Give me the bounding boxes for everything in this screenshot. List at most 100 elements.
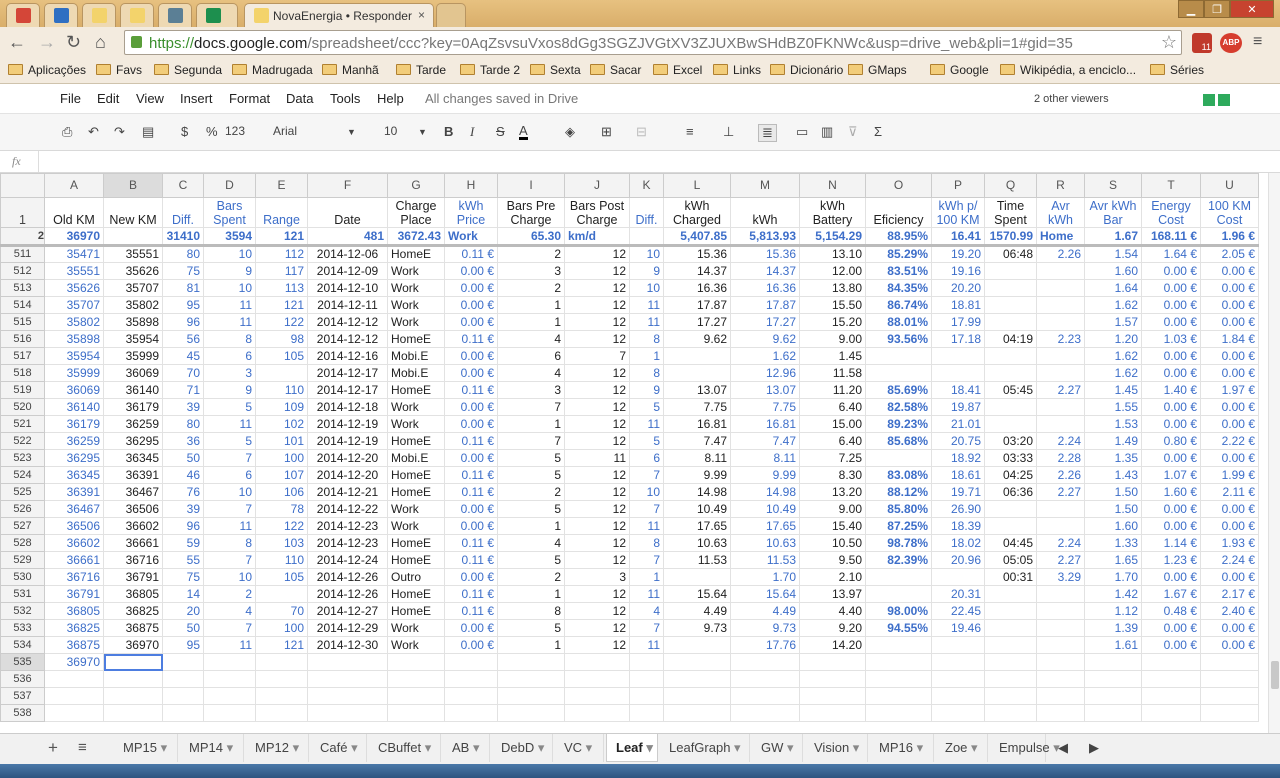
table-cell[interactable]: 1.50 — [1084, 500, 1142, 518]
bookmark-item[interactable]: Séries — [1150, 63, 1204, 77]
table-cell[interactable] — [307, 670, 388, 688]
table-cell[interactable]: 1.45 — [1084, 381, 1142, 399]
table-cell[interactable]: 7 — [629, 551, 664, 569]
strikethrough-button[interactable]: S — [496, 124, 505, 139]
table-cell[interactable] — [387, 653, 445, 671]
table-cell[interactable]: 0.00 € — [1141, 313, 1201, 331]
table-cell[interactable]: 89.23% — [865, 415, 932, 433]
row-header[interactable]: 520 — [0, 398, 45, 416]
column-title[interactable]: kWh Charged — [663, 197, 731, 228]
table-cell[interactable]: 0.00 € — [1200, 619, 1259, 637]
reload-icon[interactable]: ↻ — [66, 32, 81, 52]
table-cell[interactable]: 4 — [203, 602, 256, 620]
minimize-icon[interactable]: ▁ — [1178, 0, 1204, 18]
table-cell[interactable]: 35707 — [103, 279, 163, 297]
table-cell[interactable] — [865, 364, 932, 382]
table-cell[interactable]: 80 — [162, 415, 204, 433]
table-cell[interactable]: 122 — [255, 517, 308, 535]
table-cell[interactable]: Mobi.E — [387, 364, 445, 382]
table-cell[interactable]: 1.12 — [1084, 602, 1142, 620]
table-cell[interactable]: 8 — [203, 534, 256, 552]
address-bar[interactable]: https://docs.google.com/spreadsheet/ccc?… — [124, 30, 1182, 55]
column-header[interactable]: E — [255, 173, 308, 198]
fill-color-icon[interactable]: ◈ — [565, 124, 575, 140]
table-cell[interactable] — [1141, 653, 1201, 671]
table-cell[interactable]: 10.63 — [730, 534, 800, 552]
table-cell[interactable]: 0.00 € — [1200, 364, 1259, 382]
table-cell[interactable]: 12 — [564, 262, 630, 280]
table-cell[interactable]: 2014-12-09 — [307, 262, 388, 280]
table-cell[interactable]: 36391 — [44, 483, 104, 501]
table-cell[interactable]: 17.65 — [663, 517, 731, 535]
table-cell[interactable]: 12 — [564, 500, 630, 518]
table-cell[interactable]: 112 — [255, 245, 308, 263]
table-cell[interactable]: 8 — [629, 364, 664, 382]
table-cell[interactable] — [1084, 653, 1142, 671]
column-title[interactable]: Charge Place — [387, 197, 445, 228]
table-cell[interactable] — [663, 636, 731, 654]
filter-icon[interactable]: ⊽ — [848, 124, 858, 140]
table-cell[interactable]: 13.97 — [799, 585, 866, 603]
table-cell[interactable]: 36259 — [103, 415, 163, 433]
row-header[interactable]: 511 — [0, 245, 45, 263]
table-cell[interactable]: 1.49 — [1084, 432, 1142, 450]
table-cell[interactable]: 5 — [497, 449, 565, 467]
table-cell[interactable]: 103 — [255, 534, 308, 552]
table-cell[interactable]: 17.87 — [730, 296, 800, 314]
column-header[interactable]: D — [203, 173, 256, 198]
table-cell[interactable]: 36 — [162, 432, 204, 450]
table-cell[interactable] — [564, 653, 630, 671]
table-cell[interactable]: 2.05 € — [1200, 245, 1259, 263]
table-cell[interactable]: 16.36 — [663, 279, 731, 297]
table-cell[interactable]: 10 — [629, 279, 664, 297]
chrome-menu-icon[interactable]: ≡ — [1253, 33, 1262, 51]
table-cell[interactable]: 2014-12-27 — [307, 602, 388, 620]
table-cell[interactable]: 15.20 — [799, 313, 866, 331]
table-cell[interactable]: 11 — [629, 585, 664, 603]
table-cell[interactable]: 1.14 € — [1141, 534, 1201, 552]
table-cell[interactable] — [1036, 415, 1085, 433]
table-cell[interactable]: 1.99 € — [1200, 466, 1259, 484]
table-cell[interactable]: 1 — [629, 347, 664, 365]
table-cell[interactable]: 102 — [255, 415, 308, 433]
table-cell[interactable]: 1.60 € — [1141, 483, 1201, 501]
table-cell[interactable]: 17.76 — [730, 636, 800, 654]
table-cell[interactable]: 0.00 € — [1200, 398, 1259, 416]
table-cell[interactable]: 1.64 € — [1141, 245, 1201, 263]
column-title[interactable]: Range — [255, 197, 308, 228]
table-cell[interactable]: 121 — [255, 296, 308, 314]
table-cell[interactable]: 1.57 — [1084, 313, 1142, 331]
column-title[interactable]: kWh Price — [444, 197, 498, 228]
table-cell[interactable]: 1.50 — [1084, 483, 1142, 501]
table-cell[interactable]: 0.00 € — [1141, 364, 1201, 382]
table-cell[interactable]: 2014-12-19 — [307, 432, 388, 450]
table-cell[interactable]: 8 — [203, 330, 256, 348]
chevron-down-icon[interactable]: ▾ — [157, 740, 168, 755]
table-cell[interactable]: 2.24 € — [1200, 551, 1259, 569]
table-cell[interactable]: 3 — [564, 568, 630, 586]
table-cell[interactable]: 20.75 — [931, 432, 985, 450]
table-cell[interactable]: 11.53 — [730, 551, 800, 569]
table-cell[interactable]: 2.11 € — [1200, 483, 1259, 501]
table-cell[interactable] — [1036, 296, 1085, 314]
bookmark-item[interactable]: Madrugada — [232, 63, 313, 77]
browser-tab[interactable] — [196, 3, 238, 27]
table-cell[interactable]: 36069 — [44, 381, 104, 399]
table-cell[interactable]: 11 — [203, 313, 256, 331]
table-cell[interactable]: 14.20 — [799, 636, 866, 654]
table-cell[interactable]: 85.68% — [865, 432, 932, 450]
table-cell[interactable] — [564, 704, 630, 722]
table-cell[interactable] — [564, 687, 630, 705]
table-cell[interactable]: 0.00 € — [1200, 262, 1259, 280]
table-cell[interactable]: 12 — [564, 279, 630, 297]
menu-tools[interactable]: Tools — [330, 91, 360, 106]
table-cell[interactable]: 105 — [255, 347, 308, 365]
align-vertical-icon[interactable]: ⊥ — [723, 124, 734, 140]
home-icon[interactable]: ⌂ — [95, 32, 106, 52]
table-cell[interactable]: 0.00 € — [444, 279, 498, 297]
table-cell[interactable]: 20.31 — [931, 585, 985, 603]
table-cell[interactable] — [162, 653, 204, 671]
table-cell[interactable]: 39 — [162, 500, 204, 518]
table-cell[interactable]: 1.84 € — [1200, 330, 1259, 348]
table-cell[interactable] — [984, 398, 1037, 416]
